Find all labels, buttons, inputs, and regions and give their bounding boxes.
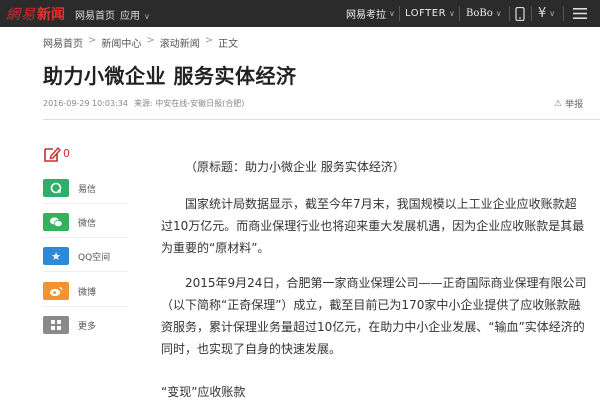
share-weibo-button[interactable]: 微博 <box>43 282 96 300</box>
chevron-down-icon: ∨ <box>144 12 150 21</box>
share-wechat-button[interactable]: 微信 <box>43 213 96 231</box>
warning-icon: ⚠ <box>554 98 563 109</box>
share-more-label: 更多 <box>78 321 97 332</box>
breadcrumb-separator: > <box>88 35 97 46</box>
share-yixin-button[interactable]: 易信 <box>43 179 96 197</box>
chevron-down-icon: ∨ <box>549 9 556 18</box>
yixin-icon <box>43 179 69 197</box>
share-qzone-button[interactable]: ★ QQ空间 <box>43 247 110 265</box>
top-nav-bar: 網易 新闻 网易首页 应用 ∨ 网易考拉 ∨ LOFTER ∨ BoBo ∨ ¥ ∨ <box>0 0 600 27</box>
comment-count[interactable]: 0 <box>63 147 70 160</box>
share-wechat-label: 微信 <box>78 218 97 229</box>
nav-lofter-label: LOFTER <box>405 8 447 19</box>
article-title: 助力小微企业 服务实体经济 <box>43 64 297 88</box>
qzone-icon: ★ <box>43 247 69 265</box>
nav-separator <box>563 6 564 21</box>
report-label: 举报 <box>565 100 584 110</box>
share-divider <box>43 203 128 204</box>
breadcrumb-separator: > <box>146 35 155 46</box>
article-source[interactable]: 来源: 中安在线-安徽日报(合肥) <box>134 99 244 108</box>
nav-separator <box>459 6 460 21</box>
menu-icon[interactable] <box>573 0 587 27</box>
nav-app-label: 应用 <box>120 11 140 22</box>
subheading-text: “变现”应收账款 <box>161 385 246 399</box>
more-icon <box>43 316 69 334</box>
nav-app-menu[interactable]: 应用 ∨ <box>120 7 150 22</box>
article-paragraph: 国家统计局数据显示，截至今年7月末，我国规模以上工业企业应收账款超过10万亿元。… <box>161 193 587 259</box>
article-meta: 2016-09-29 10:03:34 来源: 中安在线-安徽日报(合肥) <box>43 98 244 109</box>
share-yixin-label: 易信 <box>78 184 97 195</box>
share-weibo-label: 微博 <box>78 287 97 298</box>
logo-text-news: 新闻 <box>37 6 65 23</box>
nav-separator <box>399 6 400 21</box>
nav-bobo-label: BoBo <box>466 8 493 19</box>
chevron-down-icon: ∨ <box>449 9 456 18</box>
yuan-symbol-icon: ¥ <box>538 6 547 21</box>
share-divider <box>43 237 128 238</box>
paragraph-text: 国家统计局数据显示，截至今年7月末，我国规模以上工业企业应收账款超过10万亿元。… <box>161 197 585 255</box>
share-qzone-label: QQ空间 <box>78 252 111 263</box>
nav-separator <box>509 6 510 21</box>
phone-icon[interactable] <box>515 0 525 27</box>
nav-kaola-label: 网易考拉 <box>346 10 386 21</box>
article-paragraph: （原标题：助力小微企业 服务实体经济） <box>161 156 587 178</box>
chevron-down-icon: ∨ <box>389 9 395 18</box>
comment-edit-icon[interactable] <box>43 145 61 163</box>
yuan-icon[interactable]: ¥ ∨ <box>538 0 555 27</box>
report-button[interactable]: ⚠ 举报 <box>554 97 584 111</box>
nav-separator <box>531 6 532 21</box>
breadcrumb-item-current: 正文 <box>218 39 239 50</box>
article-paragraph: 2015年9月24日，合肥第一家商业保理公司——正奇国际商业保理有限公司（以下简… <box>161 272 587 360</box>
nav-netease-home-link[interactable]: 网易首页 <box>75 7 115 22</box>
breadcrumb: 网易首页 > 新闻中心 > 滚动新闻 > 正文 <box>43 35 238 50</box>
article-subheading: “变现”应收账款 <box>161 381 587 403</box>
share-more-button[interactable]: 更多 <box>43 316 96 334</box>
chevron-down-icon: ∨ <box>495 9 502 18</box>
article-datetime: 2016-09-29 10:03:34 <box>43 99 128 108</box>
breadcrumb-item-news-center[interactable]: 新闻中心 <box>101 35 141 50</box>
breadcrumb-item-rolling-news[interactable]: 滚动新闻 <box>160 35 200 50</box>
share-divider <box>43 271 128 272</box>
netease-news-logo[interactable]: 網易 新闻 <box>6 4 65 23</box>
nav-kaola-link[interactable]: 网易考拉 ∨ <box>346 0 395 27</box>
nav-bobo-link[interactable]: BoBo ∨ <box>466 0 502 27</box>
breadcrumb-item-home[interactable]: 网易首页 <box>43 35 83 50</box>
logo-text-netease: 網易 <box>6 6 36 23</box>
breadcrumb-separator: > <box>204 35 214 46</box>
paragraph-text: 2015年9月24日，合肥第一家商业保理公司——正奇国际商业保理有限公司（以下简… <box>161 276 587 356</box>
paragraph-text: （原标题：助力小微企业 服务实体经济） <box>185 160 405 174</box>
wechat-icon <box>43 213 69 231</box>
weibo-icon <box>43 282 69 300</box>
nav-lofter-link[interactable]: LOFTER ∨ <box>405 0 455 27</box>
share-divider <box>43 306 128 307</box>
header-divider <box>43 119 600 120</box>
